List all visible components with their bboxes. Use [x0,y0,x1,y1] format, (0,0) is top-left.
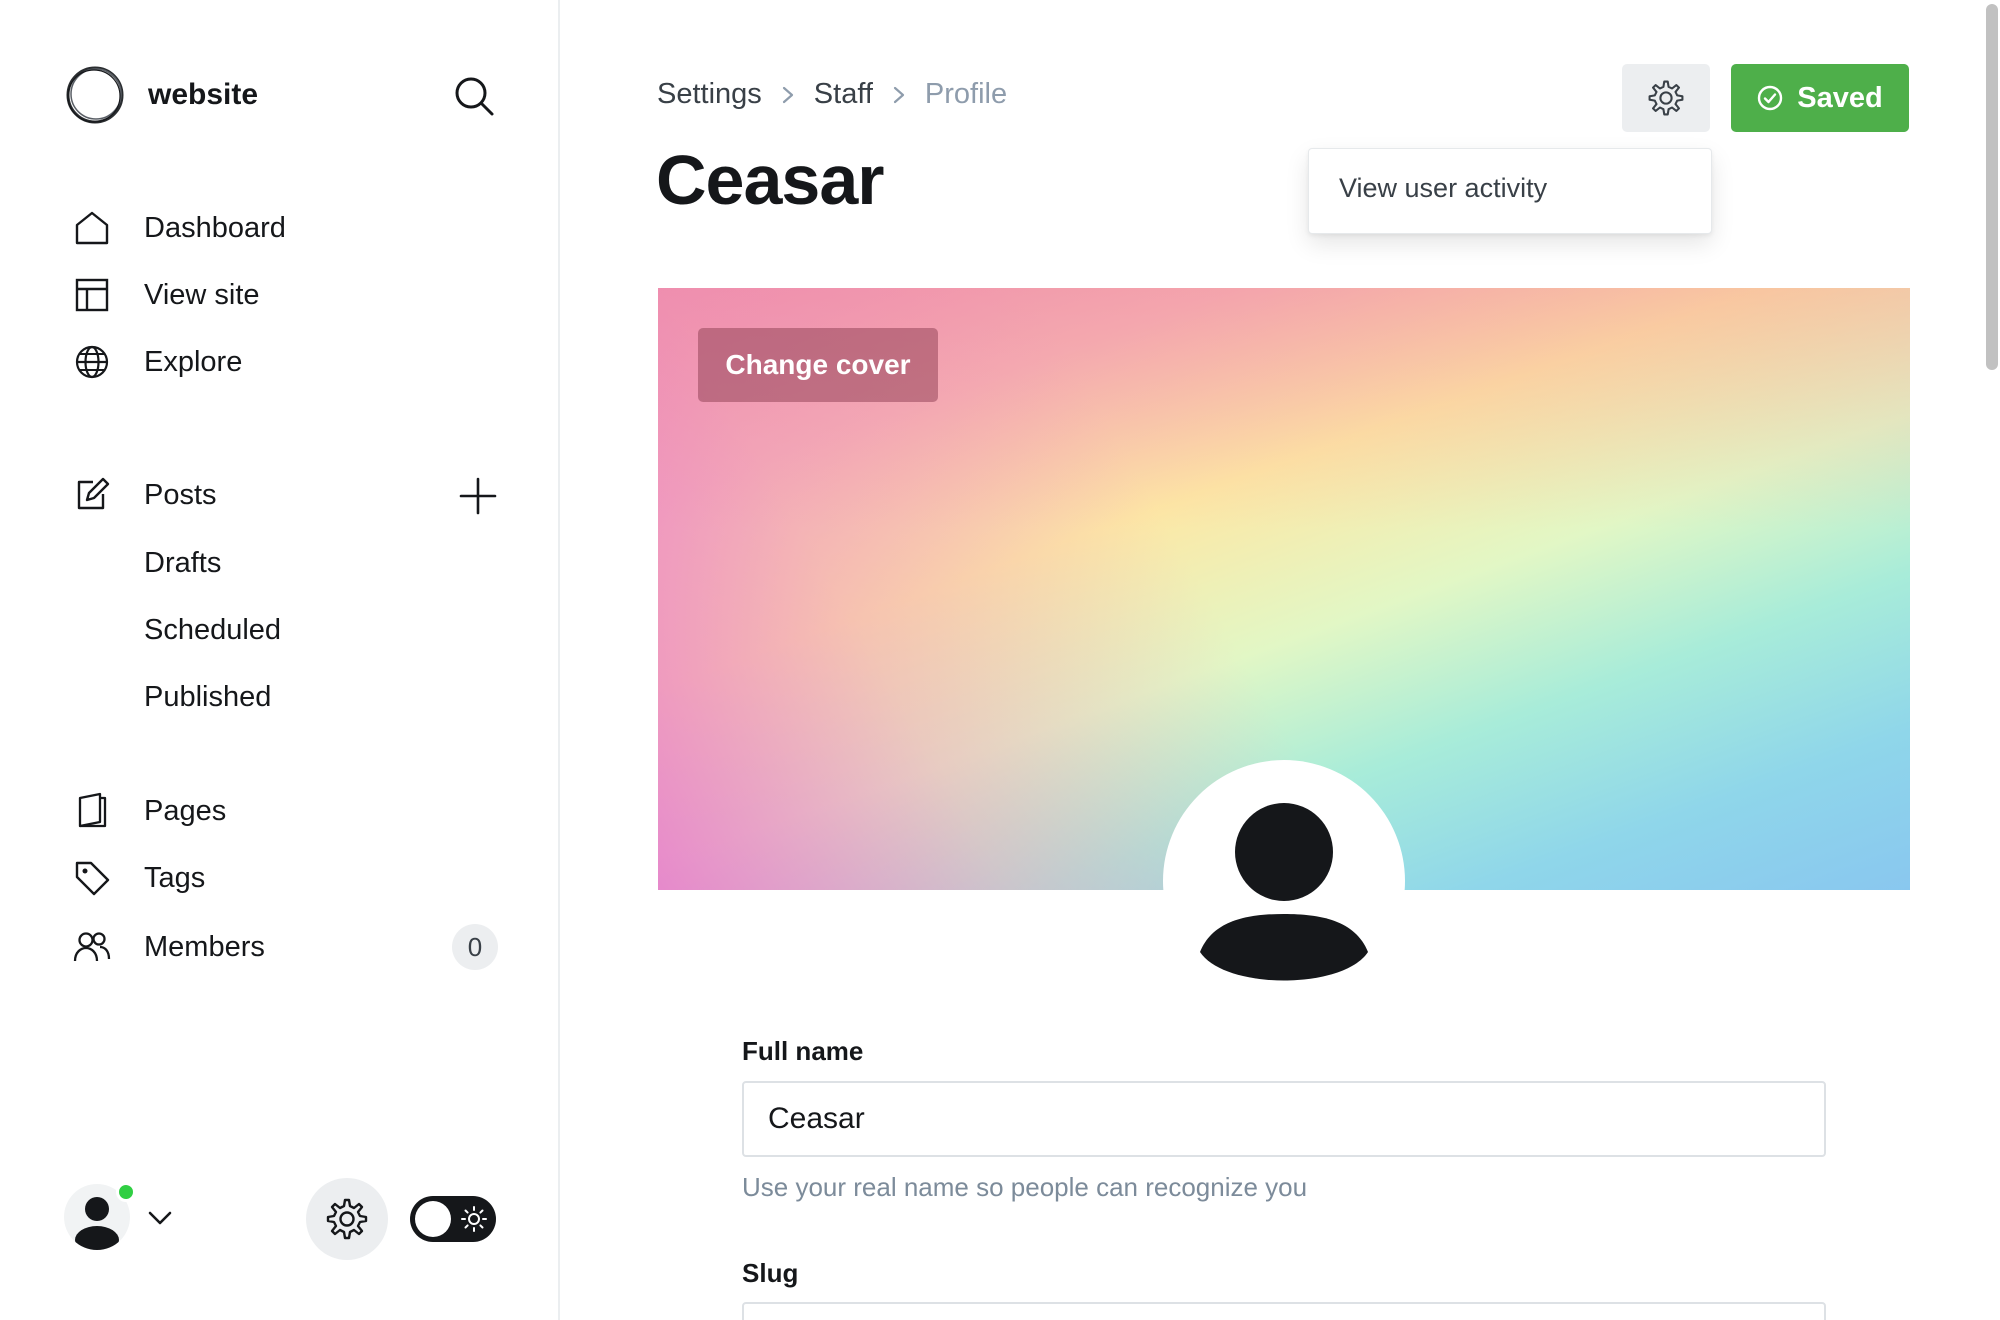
page-title: Ceasar [656,141,885,219]
nav-pages[interactable]: Pages [72,789,226,833]
change-cover-button[interactable]: Change cover [698,328,938,402]
nav-posts[interactable]: Posts [72,473,217,517]
breadcrumb-staff[interactable]: Staff [814,78,873,111]
site-name: website [148,78,259,111]
breadcrumb-profile: Profile [924,78,1008,110]
nav-tags[interactable]: Tags [72,856,205,900]
chevron-down-icon[interactable] [146,1204,174,1232]
new-post-plus-icon[interactable] [458,476,498,516]
nav-published[interactable]: Published [144,677,271,717]
nav-members[interactable]: Members [72,925,265,969]
search-icon[interactable] [452,74,496,118]
chevron-right-icon [893,86,905,103]
user-avatar[interactable] [64,1182,136,1250]
nav-dashboard[interactable]: Dashboard [72,206,286,250]
user-actions-dropdown: View user activity [1308,148,1712,234]
layout-icon [72,275,112,315]
menu-item-view-user-activity[interactable]: View user activity [1339,173,1547,204]
nav-view-site-label: View site [144,278,260,311]
home-icon [72,208,112,248]
nav-drafts[interactable]: Drafts [144,543,221,583]
nav-scheduled[interactable]: Scheduled [144,610,281,650]
nav-explore[interactable]: Explore [72,340,242,384]
full-name-hint: Use your real name so people can recogni… [742,1172,1308,1202]
sidebar: website Dashboard View site Explore Post… [0,0,560,1320]
breadcrumb-settings[interactable]: Settings [657,78,762,111]
nav-explore-label: Explore [144,345,243,378]
breadcrumb: Settings Staff Profile [657,78,1007,111]
dark-mode-toggle[interactable] [410,1196,496,1242]
user-actions-button[interactable] [1622,64,1710,132]
toggle-knob [415,1201,451,1237]
full-name-label: Full name [742,1036,864,1066]
slug-input[interactable] [742,1302,1826,1320]
nav-posts-label: Posts [144,478,217,511]
edit-icon [72,475,112,515]
profile-picture[interactable] [1163,760,1405,1002]
members-count-badge: 0 [452,924,498,970]
gear-icon [1648,80,1684,116]
nav-tags-label: Tags [144,861,206,894]
scrollbar-thumb[interactable] [1986,4,1998,370]
admin-app: website Dashboard View site Explore Post… [0,0,2000,1320]
chevron-right-icon [782,86,793,103]
globe-icon [72,342,112,382]
online-status-dot [116,1182,136,1202]
full-name-input[interactable] [742,1081,1826,1157]
gear-icon [326,1198,368,1240]
tag-icon [72,858,112,898]
check-circle-icon [1758,85,1783,111]
site-logo-icon [66,66,124,124]
slug-label: Slug [742,1258,799,1288]
nav-pages-label: Pages [144,794,227,827]
site-brand[interactable]: website [64,64,258,126]
saved-button-label: Saved [1797,81,1883,114]
nav-view-site[interactable]: View site [72,273,260,317]
sun-icon [461,1206,487,1232]
nav-dashboard-label: Dashboard [144,211,286,244]
members-icon [72,927,112,967]
settings-button[interactable] [306,1178,388,1260]
nav-members-label: Members [144,930,265,963]
user-silhouette-icon [1200,803,1368,981]
page-icon [72,791,112,831]
saved-button[interactable]: Saved [1731,64,1909,132]
